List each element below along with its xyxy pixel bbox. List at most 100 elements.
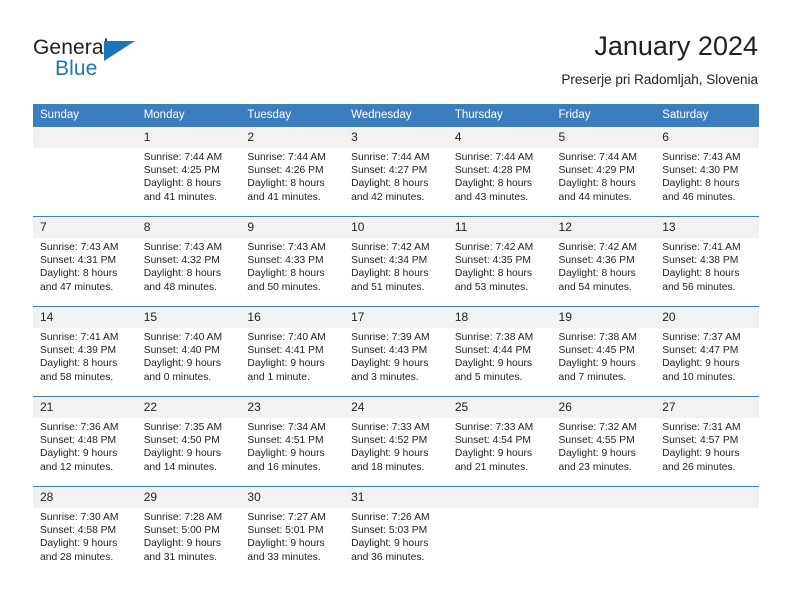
day-detail-line: Sunrise: 7:43 AM [143, 242, 223, 253]
calendar-day-cell[interactable]: 8 Sunrise: 7:43 AM Sunset: 4:32 PM Daylight… [136, 216, 241, 307]
day-detail-line: and 48 minutes. [143, 281, 217, 293]
calendar-day-cell[interactable]: 18 Sunrise: 7:38 AM Sunset: 4:44 PM Dayligh… [447, 306, 552, 397]
day-sun-details [448, 508, 552, 511]
day-detail-line: Sunset: 4:44 PM [454, 345, 531, 357]
day-sun-details: Sunrise: 7:43 AM Sunset: 4:33 PM Daylight:… [240, 238, 344, 294]
day-number [655, 487, 759, 508]
day-detail-line: Sunrise: 7:35 AM [143, 422, 223, 433]
day-detail-line: Sunrise: 7:39 AM [351, 332, 430, 343]
day-detail-line: Daylight: 9 hours [351, 538, 429, 550]
calendar-day-cell[interactable]: 24 Sunrise: 7:33 AM Sunset: 4:52 PM Dayligh… [344, 396, 448, 487]
day-number: 27 [655, 397, 759, 418]
day-number: 24 [344, 397, 448, 418]
day-detail-line: and 18 minutes. [351, 461, 425, 473]
day-sun-details: Sunrise: 7:44 AM Sunset: 4:27 PM Daylight:… [344, 148, 448, 204]
calendar-day-cell[interactable]: 11 Sunrise: 7:42 AM Sunset: 4:35 PM Dayligh… [447, 216, 552, 307]
day-sun-details: Sunrise: 7:42 AM Sunset: 4:34 PM Daylight:… [344, 238, 448, 294]
day-detail-line: Sunrise: 7:38 AM [558, 332, 637, 343]
day-detail-line: and 50 minutes. [247, 281, 321, 293]
day-detail-line: Sunset: 4:25 PM [143, 165, 220, 177]
day-number: 5 [551, 127, 656, 148]
calendar-day-cell[interactable]: 6 Sunrise: 7:43 AM Sunset: 4:30 PM Daylight… [655, 126, 759, 217]
day-detail-line: Daylight: 8 hours [662, 268, 740, 280]
calendar-day-cell[interactable]: 9 Sunrise: 7:43 AM Sunset: 4:33 PM Daylight… [240, 216, 345, 307]
day-sun-details: Sunrise: 7:38 AM Sunset: 4:44 PM Daylight:… [448, 328, 552, 384]
day-number: 19 [551, 307, 656, 328]
day-detail-line: and 33 minutes. [247, 551, 321, 563]
calendar-day-cell[interactable]: 14 Sunrise: 7:41 AM Sunset: 4:39 PM Dayligh… [33, 306, 137, 397]
calendar-day-cell[interactable]: 13 Sunrise: 7:41 AM Sunset: 4:38 PM Dayligh… [655, 216, 759, 307]
day-detail-line: and 5 minutes. [454, 371, 523, 383]
day-detail-line: Daylight: 9 hours [40, 448, 118, 460]
calendar-day-cell[interactable]: 30 Sunrise: 7:27 AM Sunset: 5:01 PM Dayligh… [240, 486, 345, 576]
day-number [551, 487, 656, 508]
day-detail-line: Sunset: 4:27 PM [351, 165, 428, 177]
calendar-day-cell[interactable]: 21 Sunrise: 7:36 AM Sunset: 4:48 PM Dayligh… [33, 396, 137, 487]
day-number: 25 [447, 397, 552, 418]
calendar-day-cell[interactable]: 31 Sunrise: 7:26 AM Sunset: 5:03 PM Dayligh… [344, 486, 448, 576]
day-detail-line: Sunset: 4:43 PM [351, 345, 428, 357]
calendar-day-cell[interactable]: 20 Sunrise: 7:37 AM Sunset: 4:47 PM Dayligh… [655, 306, 759, 397]
calendar-day-cell[interactable]: 15 Sunrise: 7:40 AM Sunset: 4:40 PM Dayligh… [136, 306, 241, 397]
calendar-week-row: 7 Sunrise: 7:43 AM Sunset: 4:31 PM Daylight… [33, 216, 759, 307]
day-detail-line: Daylight: 9 hours [247, 448, 325, 460]
day-sun-details: Sunrise: 7:27 AM Sunset: 5:01 PM Daylight:… [240, 508, 344, 564]
calendar-day-cell[interactable]: 5 Sunrise: 7:44 AM Sunset: 4:29 PM Daylight… [551, 126, 656, 217]
calendar-week-row: 28 Sunrise: 7:30 AM Sunset: 4:58 PM Dayligh… [33, 486, 759, 576]
calendar-day-cell[interactable]: 27 Sunrise: 7:31 AM Sunset: 4:57 PM Dayligh… [655, 396, 759, 487]
day-sun-details: Sunrise: 7:30 AM Sunset: 4:58 PM Daylight:… [33, 508, 137, 564]
day-detail-line: Sunset: 4:58 PM [40, 525, 117, 537]
day-detail-line: and 10 minutes. [662, 371, 736, 383]
calendar-day-cell[interactable]: 1 Sunrise: 7:44 AM Sunset: 4:25 PM Daylight… [136, 126, 241, 217]
calendar-day-cell[interactable]: 2 Sunrise: 7:44 AM Sunset: 4:26 PM Daylight… [240, 126, 345, 217]
calendar-day-cell[interactable]: 19 Sunrise: 7:38 AM Sunset: 4:45 PM Dayligh… [551, 306, 656, 397]
day-detail-line: Daylight: 9 hours [454, 448, 533, 460]
calendar-day-cell[interactable]: 26 Sunrise: 7:32 AM Sunset: 4:55 PM Dayligh… [551, 396, 656, 487]
day-number: 18 [447, 307, 552, 328]
calendar-day-cell[interactable]: 10 Sunrise: 7:42 AM Sunset: 4:34 PM Dayligh… [344, 216, 448, 307]
calendar-page: General Blue January 2024 Preserje pri R… [0, 0, 792, 612]
day-sun-details: Sunrise: 7:42 AM Sunset: 4:35 PM Daylight:… [448, 238, 552, 294]
day-number: 1 [136, 127, 241, 148]
calendar-day-cell[interactable]: 7 Sunrise: 7:43 AM Sunset: 4:31 PM Daylight… [33, 216, 137, 307]
day-detail-line: and 41 minutes. [247, 191, 321, 203]
day-detail-line: and 0 minutes. [143, 371, 212, 383]
day-detail-line: and 56 minutes. [662, 281, 736, 293]
calendar-day-cell[interactable]: 28 Sunrise: 7:30 AM Sunset: 4:58 PM Dayligh… [33, 486, 137, 576]
day-number: 14 [33, 307, 137, 328]
day-detail-line: Daylight: 8 hours [247, 178, 325, 190]
day-number: 20 [655, 307, 759, 328]
day-detail-line: and 23 minutes. [558, 461, 632, 473]
calendar-day-cell[interactable]: 22 Sunrise: 7:35 AM Sunset: 4:50 PM Dayligh… [136, 396, 241, 487]
day-number [447, 487, 552, 508]
day-detail-line: Sunrise: 7:44 AM [454, 152, 534, 163]
day-detail-line: Sunrise: 7:40 AM [143, 332, 223, 343]
day-detail-line: Sunrise: 7:41 AM [662, 242, 741, 253]
calendar-day-cell[interactable]: 17 Sunrise: 7:39 AM Sunset: 4:43 PM Dayligh… [344, 306, 448, 397]
calendar-day-cell-empty [655, 486, 759, 576]
day-detail-line: Daylight: 9 hours [143, 538, 221, 550]
day-detail-line: and 42 minutes. [351, 191, 425, 203]
calendar-day-cell[interactable]: 16 Sunrise: 7:40 AM Sunset: 4:41 PM Dayligh… [240, 306, 345, 397]
calendar-day-cell[interactable]: 4 Sunrise: 7:44 AM Sunset: 4:28 PM Daylight… [447, 126, 552, 217]
calendar-day-cell[interactable]: 23 Sunrise: 7:34 AM Sunset: 4:51 PM Dayligh… [240, 396, 345, 487]
calendar-day-cell[interactable]: 12 Sunrise: 7:42 AM Sunset: 4:36 PM Dayligh… [551, 216, 656, 307]
calendar-day-cell[interactable]: 29 Sunrise: 7:28 AM Sunset: 5:00 PM Dayligh… [136, 486, 241, 576]
day-sun-details: Sunrise: 7:34 AM Sunset: 4:51 PM Daylight:… [240, 418, 344, 474]
day-sun-details: Sunrise: 7:42 AM Sunset: 4:36 PM Daylight:… [552, 238, 656, 294]
day-detail-line: and 16 minutes. [247, 461, 321, 473]
day-number: 12 [551, 217, 656, 238]
day-sun-details: Sunrise: 7:40 AM Sunset: 4:40 PM Daylight:… [137, 328, 241, 384]
day-detail-line: Sunset: 5:01 PM [247, 525, 324, 537]
calendar-week-row: 21 Sunrise: 7:36 AM Sunset: 4:48 PM Dayligh… [33, 396, 759, 487]
day-detail-line: Daylight: 8 hours [454, 268, 533, 280]
day-sun-details: Sunrise: 7:28 AM Sunset: 5:00 PM Daylight:… [137, 508, 241, 564]
day-detail-line: Sunrise: 7:36 AM [40, 422, 119, 433]
weekday-header-thursday: Thursday [447, 104, 552, 127]
weekday-header-saturday: Saturday [655, 104, 759, 127]
calendar-day-cell-empty [551, 486, 656, 576]
calendar-day-cell[interactable]: 25 Sunrise: 7:33 AM Sunset: 4:54 PM Dayligh… [447, 396, 552, 487]
day-detail-line: Sunset: 4:32 PM [143, 255, 220, 267]
day-detail-line: Sunrise: 7:32 AM [558, 422, 637, 433]
calendar-day-cell[interactable]: 3 Sunrise: 7:44 AM Sunset: 4:27 PM Daylight… [344, 126, 448, 217]
